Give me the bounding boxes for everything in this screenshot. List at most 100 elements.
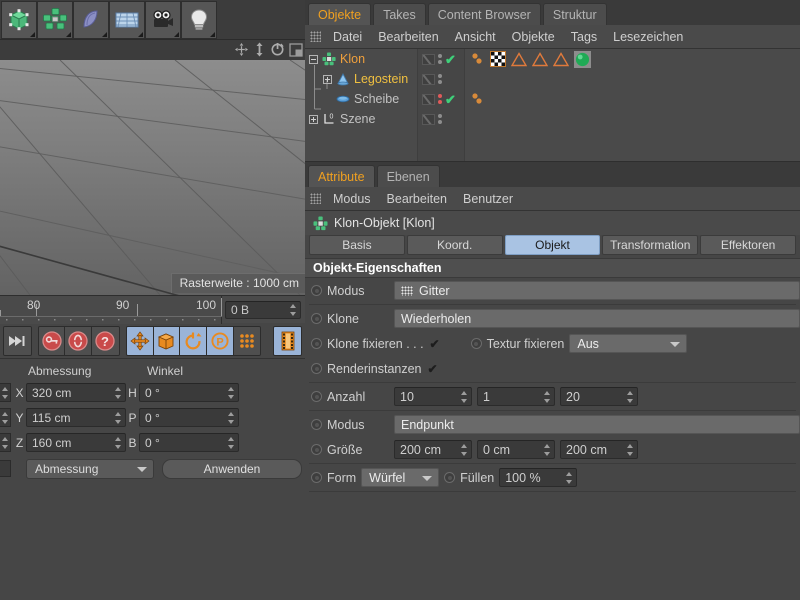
renderinstanzen-checkbox[interactable]: ✔ [427,363,439,375]
subtab-basis[interactable]: Basis [309,235,405,255]
visibility-dots[interactable] [438,114,442,124]
subtab-transformation[interactable]: Transformation [602,235,698,255]
fuellen-stepper-icon[interactable] [566,472,573,484]
anzahl-z-field[interactable]: 20 [560,387,638,406]
angle-p-field[interactable]: 0 ° [139,408,239,427]
form-dropdown[interactable]: Würfel [361,468,439,487]
rotate-icon[interactable] [270,42,285,60]
deformer-button[interactable] [73,1,109,39]
tab-objekte[interactable]: Objekte [308,3,371,25]
angle-b-field[interactable]: 0 ° [139,433,239,452]
anzahl-y-stepper-icon[interactable] [544,391,551,403]
render-view-button[interactable] [274,327,301,355]
subtab-objekt[interactable]: Objekt [505,235,601,255]
record-rotation-button[interactable] [65,327,92,355]
modus2-value-field[interactable]: Endpunkt [394,415,800,434]
cloner-object-button[interactable] [37,1,73,39]
drag-grip-icon[interactable] [310,193,321,204]
menu-benutzer[interactable]: Benutzer [455,187,521,211]
modus-param-dot[interactable] [311,285,322,296]
anzahl-y-field[interactable]: 1 [477,387,555,406]
angle-h-field[interactable]: 0 ° [139,383,239,402]
groesse-z-field[interactable]: 200 cm [560,440,638,459]
layer-swatch[interactable] [422,114,435,125]
drag-grip-icon[interactable] [310,31,321,42]
maximize-icon[interactable] [289,43,303,60]
groesse-z-stepper-icon[interactable] [627,444,634,456]
timeline-ruler[interactable]: 80 90 100 [0,296,222,324]
tab-ebenen[interactable]: Ebenen [377,165,440,187]
object-row-szene[interactable]: 0 Szene [305,109,417,129]
cut-off-position-stepper[interactable] [0,383,11,402]
coordinate-mode-dropdown[interactable]: Abmessung [26,459,154,479]
layer-swatch[interactable] [422,54,435,65]
apply-button[interactable]: Anwenden [162,459,302,479]
groesse-x-field[interactable]: 200 cm [394,440,472,459]
form-param-dot[interactable] [311,472,322,483]
tab-content-browser[interactable]: Content Browser [428,3,541,25]
visibility-cell-scheibe[interactable]: ✔ [418,89,464,109]
frame-stepper-icon[interactable] [290,304,297,316]
groesse-y-stepper-icon[interactable] [544,444,551,456]
visibility-cell-szene[interactable] [418,109,464,129]
move-tool-button[interactable] [127,327,154,355]
klone-param-dot[interactable] [311,313,322,324]
size-x-field[interactable]: 320 cm [26,383,126,402]
fuellen-field[interactable]: 100 % [499,468,577,487]
point-mode-button[interactable] [234,327,261,355]
dolly-icon[interactable] [253,42,266,60]
current-frame-field[interactable]: 0 B [225,301,301,319]
object-row-scheibe[interactable]: Scheibe [305,89,417,109]
visibility-cell-legostein[interactable] [418,69,464,89]
size-x-stepper-icon[interactable] [115,387,122,399]
textur-fixieren-param-dot[interactable] [471,338,482,349]
camera-button[interactable] [145,1,181,39]
layer-swatch[interactable] [422,74,435,85]
floor-environment-button[interactable] [109,1,145,39]
anzahl-x-stepper-icon[interactable] [461,391,468,403]
viewport-3d-scene[interactable]: Rasterweite : 1000 cm [0,60,305,295]
parametric-button[interactable]: P [207,327,234,355]
cut-off-position-stepper[interactable] [0,408,11,427]
renderinstanzen-param-dot[interactable] [311,363,322,374]
enabled-check-icon[interactable]: ✔ [445,53,456,66]
fuellen-param-dot[interactable] [444,472,455,483]
expand-toggle-icon[interactable] [323,75,332,84]
klone-fixieren-param-dot[interactable] [311,338,322,349]
size-y-stepper-icon[interactable] [115,412,122,424]
size-y-field[interactable]: 115 cm [26,408,126,427]
visibility-dots[interactable] [438,54,442,64]
size-z-field[interactable]: 160 cm [26,433,126,452]
size-z-stepper-icon[interactable] [115,437,122,449]
collapse-toggle-icon[interactable] [309,55,318,64]
angle-h-stepper-icon[interactable] [228,387,235,399]
object-row-legostein[interactable]: Legostein [305,69,417,89]
scale-tool-button[interactable] [154,327,181,355]
menu-ansicht[interactable]: Ansicht [447,25,504,49]
groesse-x-stepper-icon[interactable] [461,444,468,456]
textur-fixieren-dropdown[interactable]: Aus [569,334,687,353]
menu-datei[interactable]: Datei [325,25,370,49]
groesse-y-field[interactable]: 0 cm [477,440,555,459]
layer-swatch[interactable] [422,94,435,105]
menu-objekte[interactable]: Objekte [504,25,563,49]
rotate-tool-button[interactable] [180,327,207,355]
menu-lesezeichen[interactable]: Lesezeichen [605,25,691,49]
menu-modus[interactable]: Modus [325,187,379,211]
object-row-klon[interactable]: Klon [305,49,417,69]
visibility-cell-klon[interactable]: ✔ [418,49,464,69]
visibility-dots[interactable] [438,94,442,104]
record-position-button[interactable] [39,327,66,355]
menu-tags[interactable]: Tags [563,25,605,49]
go-to-end-button[interactable] [4,327,31,355]
klone-value-field[interactable]: Wiederholen [394,309,800,328]
visibility-dots[interactable] [438,74,442,84]
angle-p-stepper-icon[interactable] [228,412,235,424]
modus2-param-dot[interactable] [311,419,322,430]
record-question-button[interactable]: ? [92,327,119,355]
enabled-check-icon[interactable]: ✔ [445,93,456,106]
cube-primitive-button[interactable] [1,1,37,39]
light-button[interactable] [181,1,217,39]
anzahl-x-field[interactable]: 10 [394,387,472,406]
tab-takes[interactable]: Takes [373,3,426,25]
